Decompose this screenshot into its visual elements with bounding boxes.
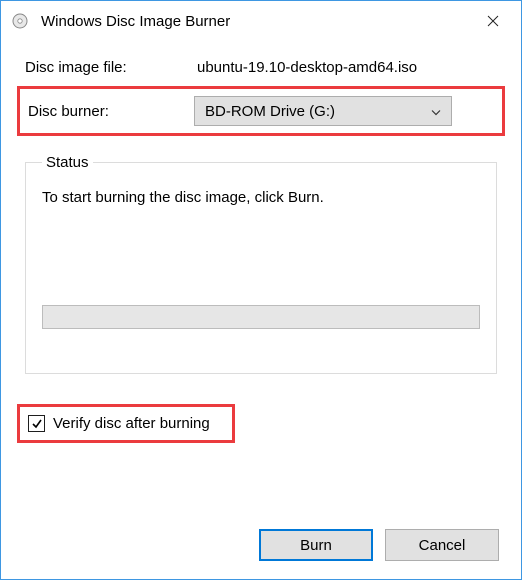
titlebar: Windows Disc Image Burner xyxy=(1,1,521,41)
verify-checkbox-row[interactable]: Verify disc after burning xyxy=(28,415,210,432)
progress-bar xyxy=(42,305,480,329)
dialog-content: Disc image file: ubuntu-19.10-desktop-am… xyxy=(1,41,521,443)
chevron-down-icon xyxy=(431,103,441,120)
disc-image-file-row: Disc image file: ubuntu-19.10-desktop-am… xyxy=(25,59,497,76)
dialog-button-row: Burn Cancel xyxy=(259,529,499,561)
status-text: To start burning the disc image, click B… xyxy=(42,189,480,206)
app-icon xyxy=(11,12,29,30)
close-button[interactable] xyxy=(465,1,521,41)
disc-burner-select[interactable]: BD-ROM Drive (G:) xyxy=(194,96,452,126)
verify-checkbox[interactable] xyxy=(28,415,45,432)
verify-highlight: Verify disc after burning xyxy=(17,404,235,443)
window-title: Windows Disc Image Burner xyxy=(41,13,230,30)
status-group: Status To start burning the disc image, … xyxy=(25,154,497,374)
disc-burner-label: Disc burner: xyxy=(28,103,194,120)
disc-burner-highlight: Disc burner: BD-ROM Drive (G:) xyxy=(17,86,505,136)
cancel-button[interactable]: Cancel xyxy=(385,529,499,561)
status-legend: Status xyxy=(42,154,93,171)
disc-image-file-value: ubuntu-19.10-desktop-amd64.iso xyxy=(197,59,497,76)
disc-image-file-label: Disc image file: xyxy=(25,59,197,76)
burn-button[interactable]: Burn xyxy=(259,529,373,561)
disc-burner-selected-value: BD-ROM Drive (G:) xyxy=(205,103,335,120)
verify-checkbox-label: Verify disc after burning xyxy=(53,415,210,432)
